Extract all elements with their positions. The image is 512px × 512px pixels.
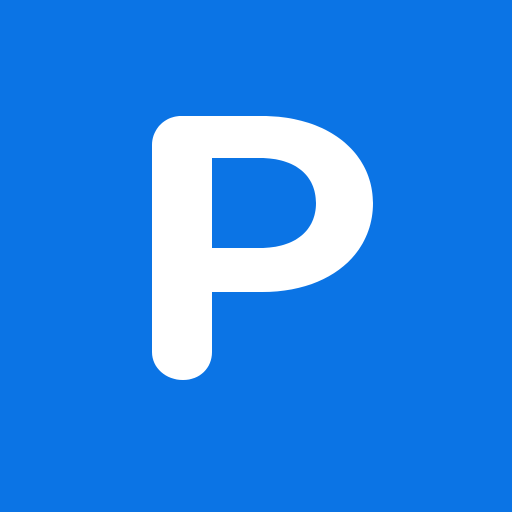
parking-sign: P [0, 0, 512, 512]
parking-p-icon [152, 116, 373, 380]
